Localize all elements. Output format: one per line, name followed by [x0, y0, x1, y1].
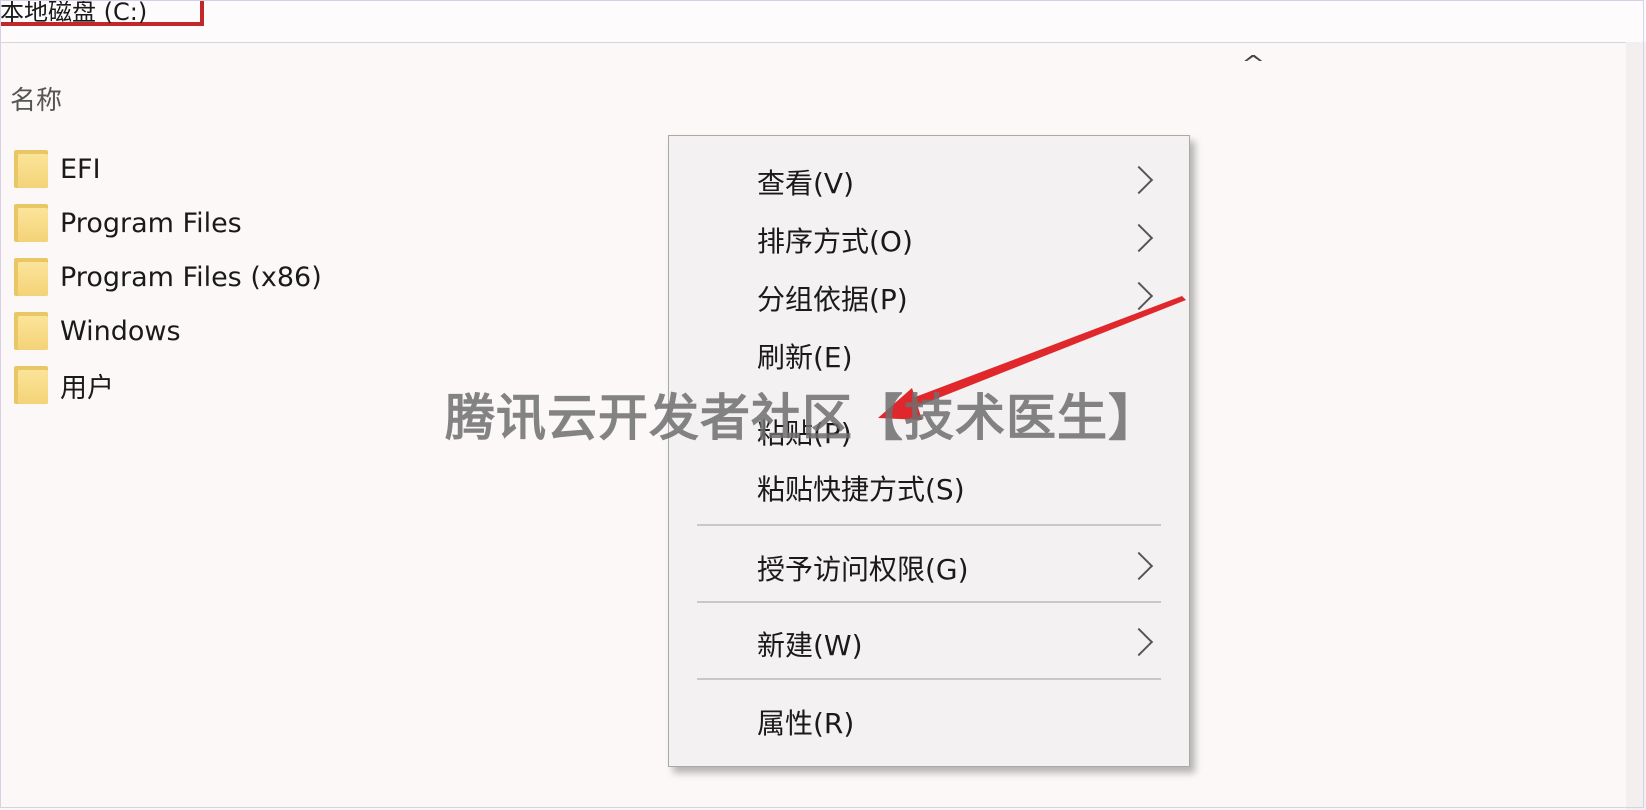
- menu-item-refresh[interactable]: 刷新(E): [669, 328, 1189, 378]
- list-item[interactable]: EFI: [14, 142, 322, 196]
- menu-item-label: 属性(R): [757, 707, 855, 740]
- menu-item-label: 排序方式(O): [757, 225, 913, 258]
- menu-item-group-by[interactable]: 分组依据(P): [669, 270, 1189, 320]
- column-header-name[interactable]: 名称: [10, 80, 62, 117]
- scrollbar-track[interactable]: [1626, 42, 1646, 810]
- menu-separator: [697, 524, 1161, 526]
- chevron-right-icon: [1124, 223, 1154, 253]
- context-menu: 查看(V) 排序方式(O) 分组依据(P) 刷新(E) 粘贴(P) 粘贴快捷方式…: [668, 135, 1190, 767]
- list-item[interactable]: Program Files (x86): [14, 250, 322, 304]
- chevron-right-icon: [1124, 281, 1154, 311]
- address-path[interactable]: 本地磁盘 (C:): [0, 0, 147, 27]
- file-name: Program Files: [60, 207, 242, 239]
- folder-icon: [14, 312, 48, 350]
- menu-item-new[interactable]: 新建(W): [669, 616, 1189, 666]
- menu-item-label: 查看(V): [757, 167, 855, 200]
- menu-item-label: 分组依据(P): [757, 283, 908, 316]
- chevron-right-icon: [1124, 551, 1154, 581]
- chevron-right-icon: [1124, 627, 1154, 657]
- menu-item-properties[interactable]: 属性(R): [669, 694, 1189, 744]
- menu-separator: [697, 678, 1161, 680]
- file-list: EFI Program Files Program Files (x86) Wi…: [14, 142, 322, 412]
- menu-item-view[interactable]: 查看(V): [669, 154, 1189, 204]
- menu-item-sort-by[interactable]: 排序方式(O): [669, 212, 1189, 262]
- watermark-text: 腾讯云开发者社区【技术医生】: [445, 389, 1159, 447]
- folder-icon: [14, 204, 48, 242]
- menu-item-give-access[interactable]: 授予访问权限(G): [669, 540, 1189, 590]
- menu-item-paste-shortcut[interactable]: 粘贴快捷方式(S): [669, 460, 1189, 510]
- menu-item-label: 粘贴快捷方式(S): [757, 473, 965, 506]
- list-item[interactable]: Windows: [14, 304, 322, 358]
- menu-item-label: 授予访问权限(G): [757, 553, 969, 586]
- folder-icon: [14, 150, 48, 188]
- folder-icon: [14, 366, 48, 404]
- folder-icon: [14, 258, 48, 296]
- list-item[interactable]: 用户: [14, 358, 322, 412]
- menu-item-label: 新建(W): [757, 629, 863, 662]
- chevron-right-icon: [1124, 165, 1154, 195]
- menu-separator: [697, 601, 1161, 603]
- list-item[interactable]: Program Files: [14, 196, 322, 250]
- file-name: Windows: [60, 315, 181, 347]
- menu-item-label: 刷新(E): [757, 341, 853, 374]
- file-name: 用户: [60, 372, 114, 404]
- chevron-up-icon[interactable]: ^: [1241, 52, 1265, 77]
- file-name: Program Files (x86): [60, 261, 322, 293]
- address-bar[interactable]: 本地磁盘 (C:): [0, 0, 1646, 43]
- file-name: EFI: [60, 153, 101, 185]
